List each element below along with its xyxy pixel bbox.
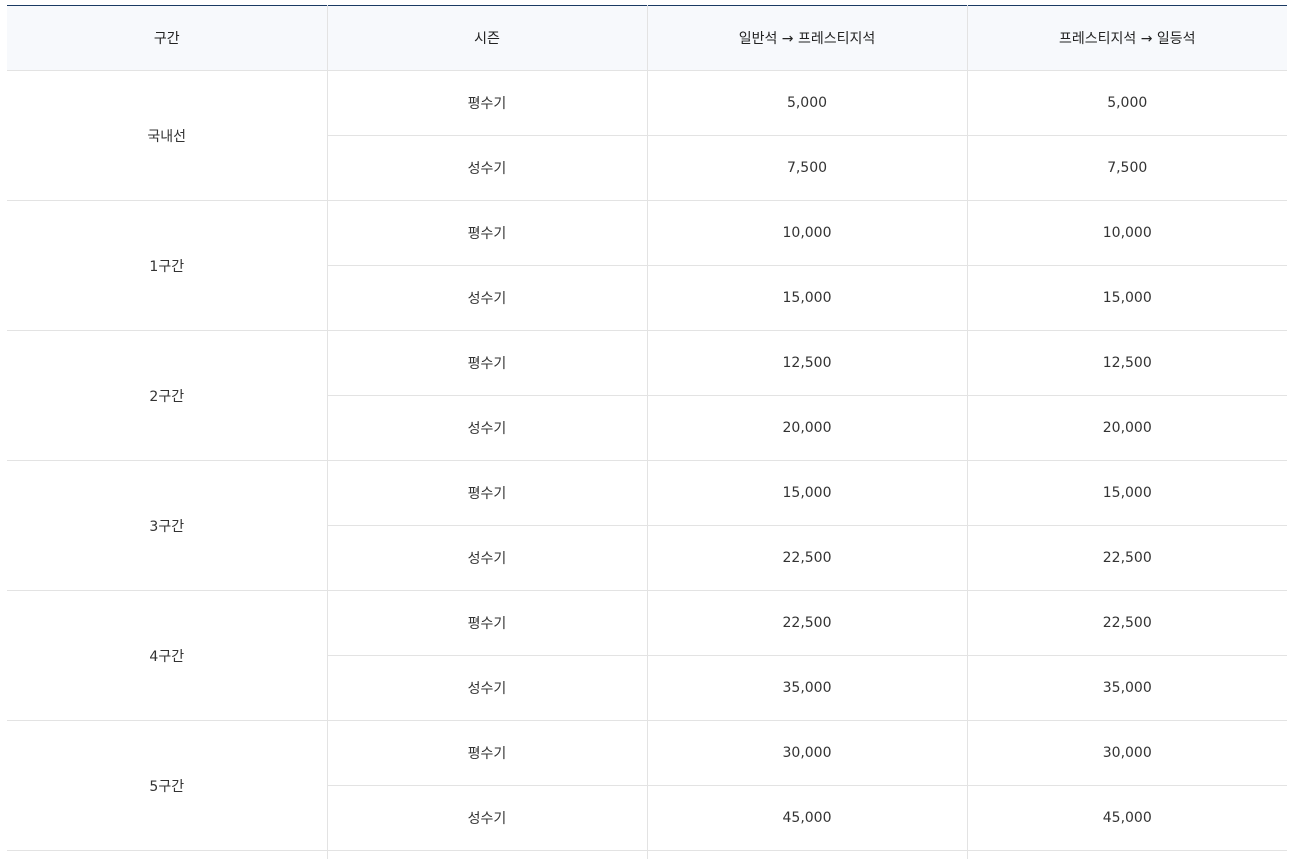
table-row: 2구간 평수기 12,500 12,500 <box>7 331 1287 396</box>
zone-cell: 5구간 <box>7 721 327 851</box>
season-cell: 성수기 <box>327 136 647 201</box>
table-header: 구간 시즌 일반석 → 프레스티지석 프레스티지석 → 일등석 <box>7 6 1287 71</box>
season-cell: 평수기 <box>327 71 647 136</box>
season-cell: 성수기 <box>327 266 647 331</box>
prestige-to-first-cell: 35,000 <box>967 656 1287 721</box>
season-cell: 평수기 <box>327 721 647 786</box>
zone-cell: 4구간 <box>7 591 327 721</box>
table-row: 국내선 평수기 5,000 5,000 <box>7 71 1287 136</box>
zone-cell: 2구간 <box>7 331 327 461</box>
economy-to-prestige-cell: 30,000 <box>647 721 967 786</box>
prestige-to-first-cell: 15,000 <box>967 266 1287 331</box>
prestige-to-first-cell: 10,000 <box>967 201 1287 266</box>
prestige-to-first-cell: 20,000 <box>967 396 1287 461</box>
season-cell: 성수기 <box>327 656 647 721</box>
prestige-to-first-cell: 22,500 <box>967 591 1287 656</box>
zone-cell: 3구간 <box>7 461 327 591</box>
prestige-to-first-cell: 5,000 <box>967 71 1287 136</box>
table-row: 1구간 평수기 10,000 10,000 <box>7 201 1287 266</box>
upgrade-mileage-table-container: 구간 시즌 일반석 → 프레스티지석 프레스티지석 → 일등석 국내선 평수기 … <box>7 5 1287 859</box>
zone-cell: 국내선 <box>7 71 327 201</box>
economy-to-prestige-cell: 5,000 <box>647 71 967 136</box>
prestige-to-first-cell: 15,000 <box>967 461 1287 526</box>
header-zone: 구간 <box>7 6 327 71</box>
economy-to-prestige-cell: 45,000 <box>647 786 967 851</box>
table-row: 4구간 평수기 22,500 22,500 <box>7 591 1287 656</box>
upgrade-mileage-table: 구간 시즌 일반석 → 프레스티지석 프레스티지석 → 일등석 국내선 평수기 … <box>7 5 1287 859</box>
table-row: 5구간 평수기 30,000 30,000 <box>7 721 1287 786</box>
economy-to-prestige-cell: 12,500 <box>647 331 967 396</box>
economy-to-prestige-cell: 22,500 <box>647 526 967 591</box>
prestige-to-first-cell: 7,500 <box>967 136 1287 201</box>
season-cell: 성수기 <box>327 396 647 461</box>
prestige-to-first-cell: 12,500 <box>967 331 1287 396</box>
economy-to-prestige-cell: 7,500 <box>647 136 967 201</box>
header-prestige-to-first: 프레스티지석 → 일등석 <box>967 6 1287 71</box>
season-cell: 성수기 <box>327 526 647 591</box>
season-cell: 성수기 <box>327 786 647 851</box>
table-row: 3구간 평수기 15,000 15,000 <box>7 461 1287 526</box>
prestige-to-first-cell: 30,000 <box>967 721 1287 786</box>
economy-to-prestige-cell: 20,000 <box>647 396 967 461</box>
season-cell: 평수기 <box>327 331 647 396</box>
season-cell: 평수기 <box>327 201 647 266</box>
economy-to-prestige-cell: 15,000 <box>647 266 967 331</box>
prestige-to-first-cell: 22,500 <box>967 526 1287 591</box>
header-season: 시즌 <box>327 6 647 71</box>
economy-to-prestige-cell: 22,500 <box>647 591 967 656</box>
table-body: 국내선 평수기 5,000 5,000 성수기 7,500 7,500 1구간 … <box>7 71 1287 859</box>
zone-cell: 1구간 <box>7 201 327 331</box>
season-cell: 평수기 <box>327 591 647 656</box>
economy-to-prestige-cell: 10,000 <box>647 201 967 266</box>
season-cell: 평수기 <box>327 461 647 526</box>
prestige-to-first-cell: 45,000 <box>967 786 1287 851</box>
header-row: 구간 시즌 일반석 → 프레스티지석 프레스티지석 → 일등석 <box>7 6 1287 71</box>
header-economy-to-prestige: 일반석 → 프레스티지석 <box>647 6 967 71</box>
economy-to-prestige-cell: 15,000 <box>647 461 967 526</box>
economy-to-prestige-cell: 35,000 <box>647 656 967 721</box>
